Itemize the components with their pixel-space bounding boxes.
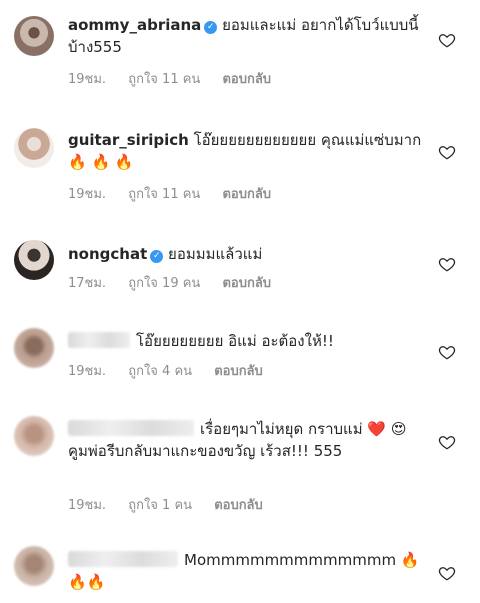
heart-outline-icon[interactable] (438, 31, 456, 49)
avatar[interactable] (14, 546, 54, 586)
comment-meta: 19ชม. ถูกใจ 11 คน ตอบกลับ (68, 187, 289, 203)
avatar[interactable] (14, 128, 54, 168)
heart-outline-icon[interactable] (438, 564, 456, 582)
comment-body: guitar_siripich โอ๊ยยยยยยยยยยยย คุณแม่แซ… (68, 129, 422, 173)
comment-likes[interactable]: ถูกใจ 4 คน (128, 364, 192, 379)
comment-meta: 19ชม. ถูกใจ 11 คน ตอบกลับ (68, 72, 289, 88)
comment-username[interactable]: nongchat (68, 245, 147, 263)
comment-time: 19ชม. (68, 72, 107, 87)
comment-body: Mommmmmmmmmmmmm 🔥🔥🔥 (68, 549, 422, 593)
reply-button[interactable]: ตอบกลับ (222, 72, 271, 87)
reply-button[interactable]: ตอบกลับ (214, 498, 263, 513)
comment-text: โอ๊ยยยยยยยย อิแม่ อะต้องให้!! (136, 332, 334, 350)
comment-username-blurred[interactable] (68, 551, 178, 567)
avatar[interactable] (14, 416, 54, 456)
comment-text: ยอมมมแล้วแม่ (163, 245, 263, 263)
comment-likes[interactable]: ถูกใจ 19 คน (128, 276, 200, 291)
comment-time: 17ชม. (68, 276, 107, 291)
comment-time: 19ชม. (68, 187, 107, 202)
reply-button[interactable]: ตอบกลับ (214, 364, 263, 379)
comment-body: โอ๊ยยยยยยยย อิแม่ อะต้องให้!! (68, 330, 422, 352)
reply-button[interactable]: ตอบกลับ (222, 276, 271, 291)
heart-outline-icon[interactable] (438, 143, 456, 161)
comment-username-blurred[interactable] (68, 332, 130, 348)
comment-likes[interactable]: ถูกใจ 1 คน (128, 498, 192, 513)
comment-body: nongchat ✓ ยอมมมแล้วแม่ (68, 243, 422, 265)
comment-meta: 19ชม. ถูกใจ 4 คน ตอบกลับ (68, 364, 281, 380)
comment-body: aommy_abriana ✓ ยอมและแม่ อยากได้โบว์แบบน… (68, 14, 422, 58)
comment-time: 19ชม. (68, 498, 107, 513)
comment-likes[interactable]: ถูกใจ 11 คน (128, 187, 200, 202)
avatar[interactable] (14, 16, 54, 56)
comment-username[interactable]: guitar_siripich (68, 131, 189, 149)
verified-badge-icon: ✓ (150, 250, 164, 263)
avatar[interactable] (14, 328, 54, 368)
avatar[interactable] (14, 240, 54, 280)
comment-meta: 17ชม. ถูกใจ 19 คน ตอบกลับ (68, 276, 289, 292)
comment-username[interactable]: aommy_abriana (68, 16, 201, 34)
comment-body: เรื่อยๆมาไม่หยุด กราบแม่ ❤️ 😍 คูมพ่อรีบก… (68, 418, 422, 462)
heart-outline-icon[interactable] (438, 433, 456, 451)
comment-time: 19ชม. (68, 364, 107, 379)
comment-meta: 19ชม. ถูกใจ 1 คน ตอบกลับ (68, 498, 281, 514)
heart-outline-icon[interactable] (438, 255, 456, 273)
reply-button[interactable]: ตอบกลับ (222, 187, 271, 202)
verified-badge-icon: ✓ (204, 21, 218, 34)
comment-username-blurred[interactable] (68, 420, 194, 436)
comment-likes[interactable]: ถูกใจ 11 คน (128, 72, 200, 87)
heart-outline-icon[interactable] (438, 343, 456, 361)
